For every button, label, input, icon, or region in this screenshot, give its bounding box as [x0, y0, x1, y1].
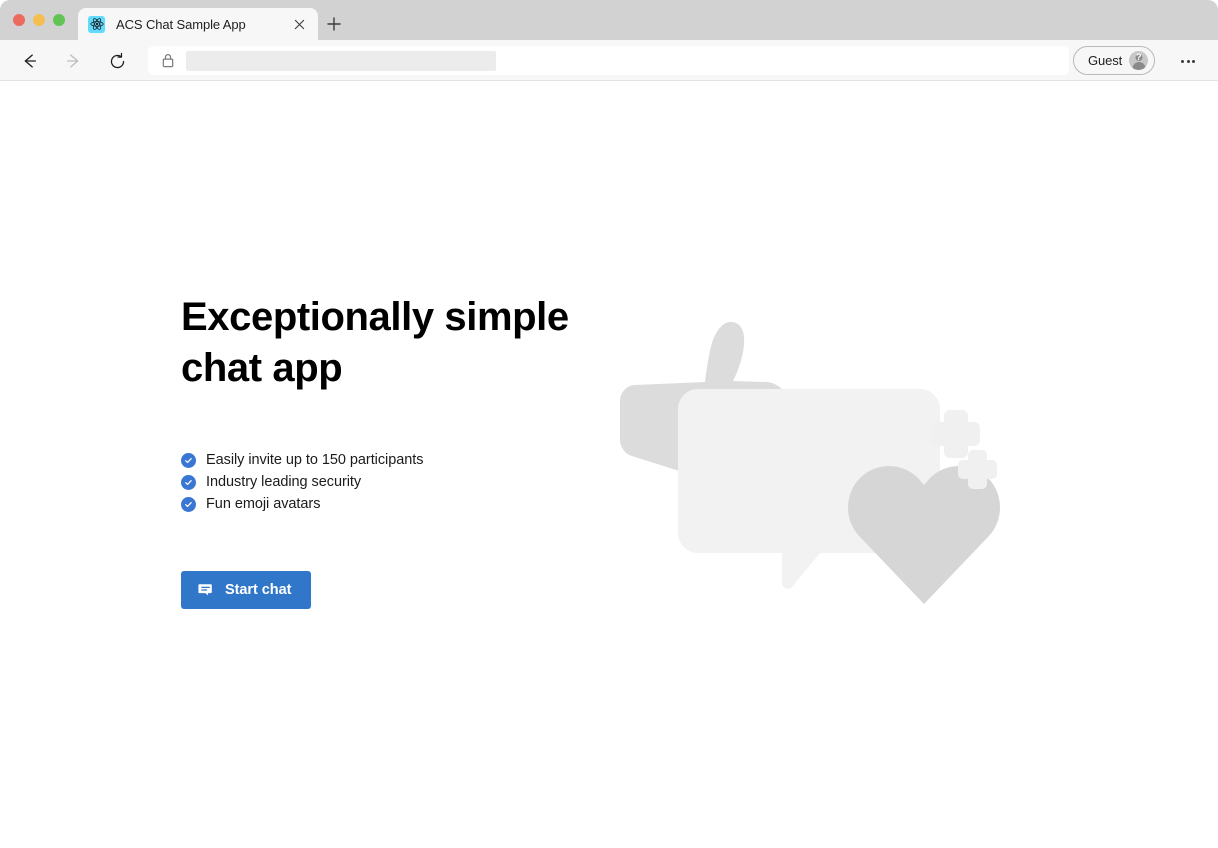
more-options-icon[interactable]: [1177, 50, 1199, 72]
hero-text-block: Exceptionally simple chat app: [181, 292, 601, 394]
browser-toolbar: [0, 40, 1218, 81]
profile-label: Guest: [1088, 53, 1123, 68]
back-arrow-icon[interactable]: [15, 47, 43, 75]
start-chat-button[interactable]: Start chat: [181, 571, 312, 609]
check-circle-icon: [181, 496, 196, 512]
hero-illustration: [592, 281, 1022, 682]
feature-label: Easily invite up to 150 participants: [206, 452, 424, 468]
window-controls: [13, 14, 65, 26]
feature-label: Fun emoji avatars: [206, 496, 321, 512]
guest-avatar-icon: ?: [1129, 51, 1149, 70]
tab-title: ACS Chat Sample App: [116, 16, 246, 32]
lock-icon: [159, 52, 177, 70]
tab-strip: ACS Chat Sample App: [0, 0, 1218, 40]
list-item: Industry leading security: [181, 471, 601, 493]
address-bar[interactable]: [148, 46, 1069, 75]
page-title: Exceptionally simple chat app: [181, 295, 569, 390]
chat-bubble-icon: [197, 582, 214, 599]
list-item: Easily invite up to 150 participants: [181, 449, 601, 471]
page-viewport: Exceptionally simple chat app Easily inv…: [0, 81, 1218, 848]
browser-tab[interactable]: ACS Chat Sample App: [78, 8, 318, 40]
reload-icon[interactable]: [103, 47, 131, 75]
close-icon[interactable]: [290, 15, 308, 33]
feature-label: Industry leading security: [206, 474, 362, 490]
start-chat-label: Start chat: [225, 582, 292, 598]
close-window-button[interactable]: [13, 14, 25, 26]
list-item: Fun emoji avatars: [181, 493, 601, 515]
react-logo-icon: [88, 15, 105, 33]
check-circle-icon: [181, 452, 196, 468]
minimize-window-button[interactable]: [33, 14, 45, 26]
url-text[interactable]: [186, 50, 496, 71]
check-circle-icon: [181, 474, 196, 490]
maximize-window-button[interactable]: [53, 14, 65, 26]
avatar-question-badge: ?: [1135, 52, 1142, 62]
new-tab-button[interactable]: [322, 12, 346, 36]
forward-arrow-icon: [60, 47, 88, 75]
profile-button[interactable]: Guest ?: [1073, 46, 1156, 75]
browser-window: ACS Chat Sample App Guest ? Exceptionall…: [0, 0, 1218, 848]
feature-list: Easily invite up to 150 participants Ind…: [181, 449, 601, 515]
